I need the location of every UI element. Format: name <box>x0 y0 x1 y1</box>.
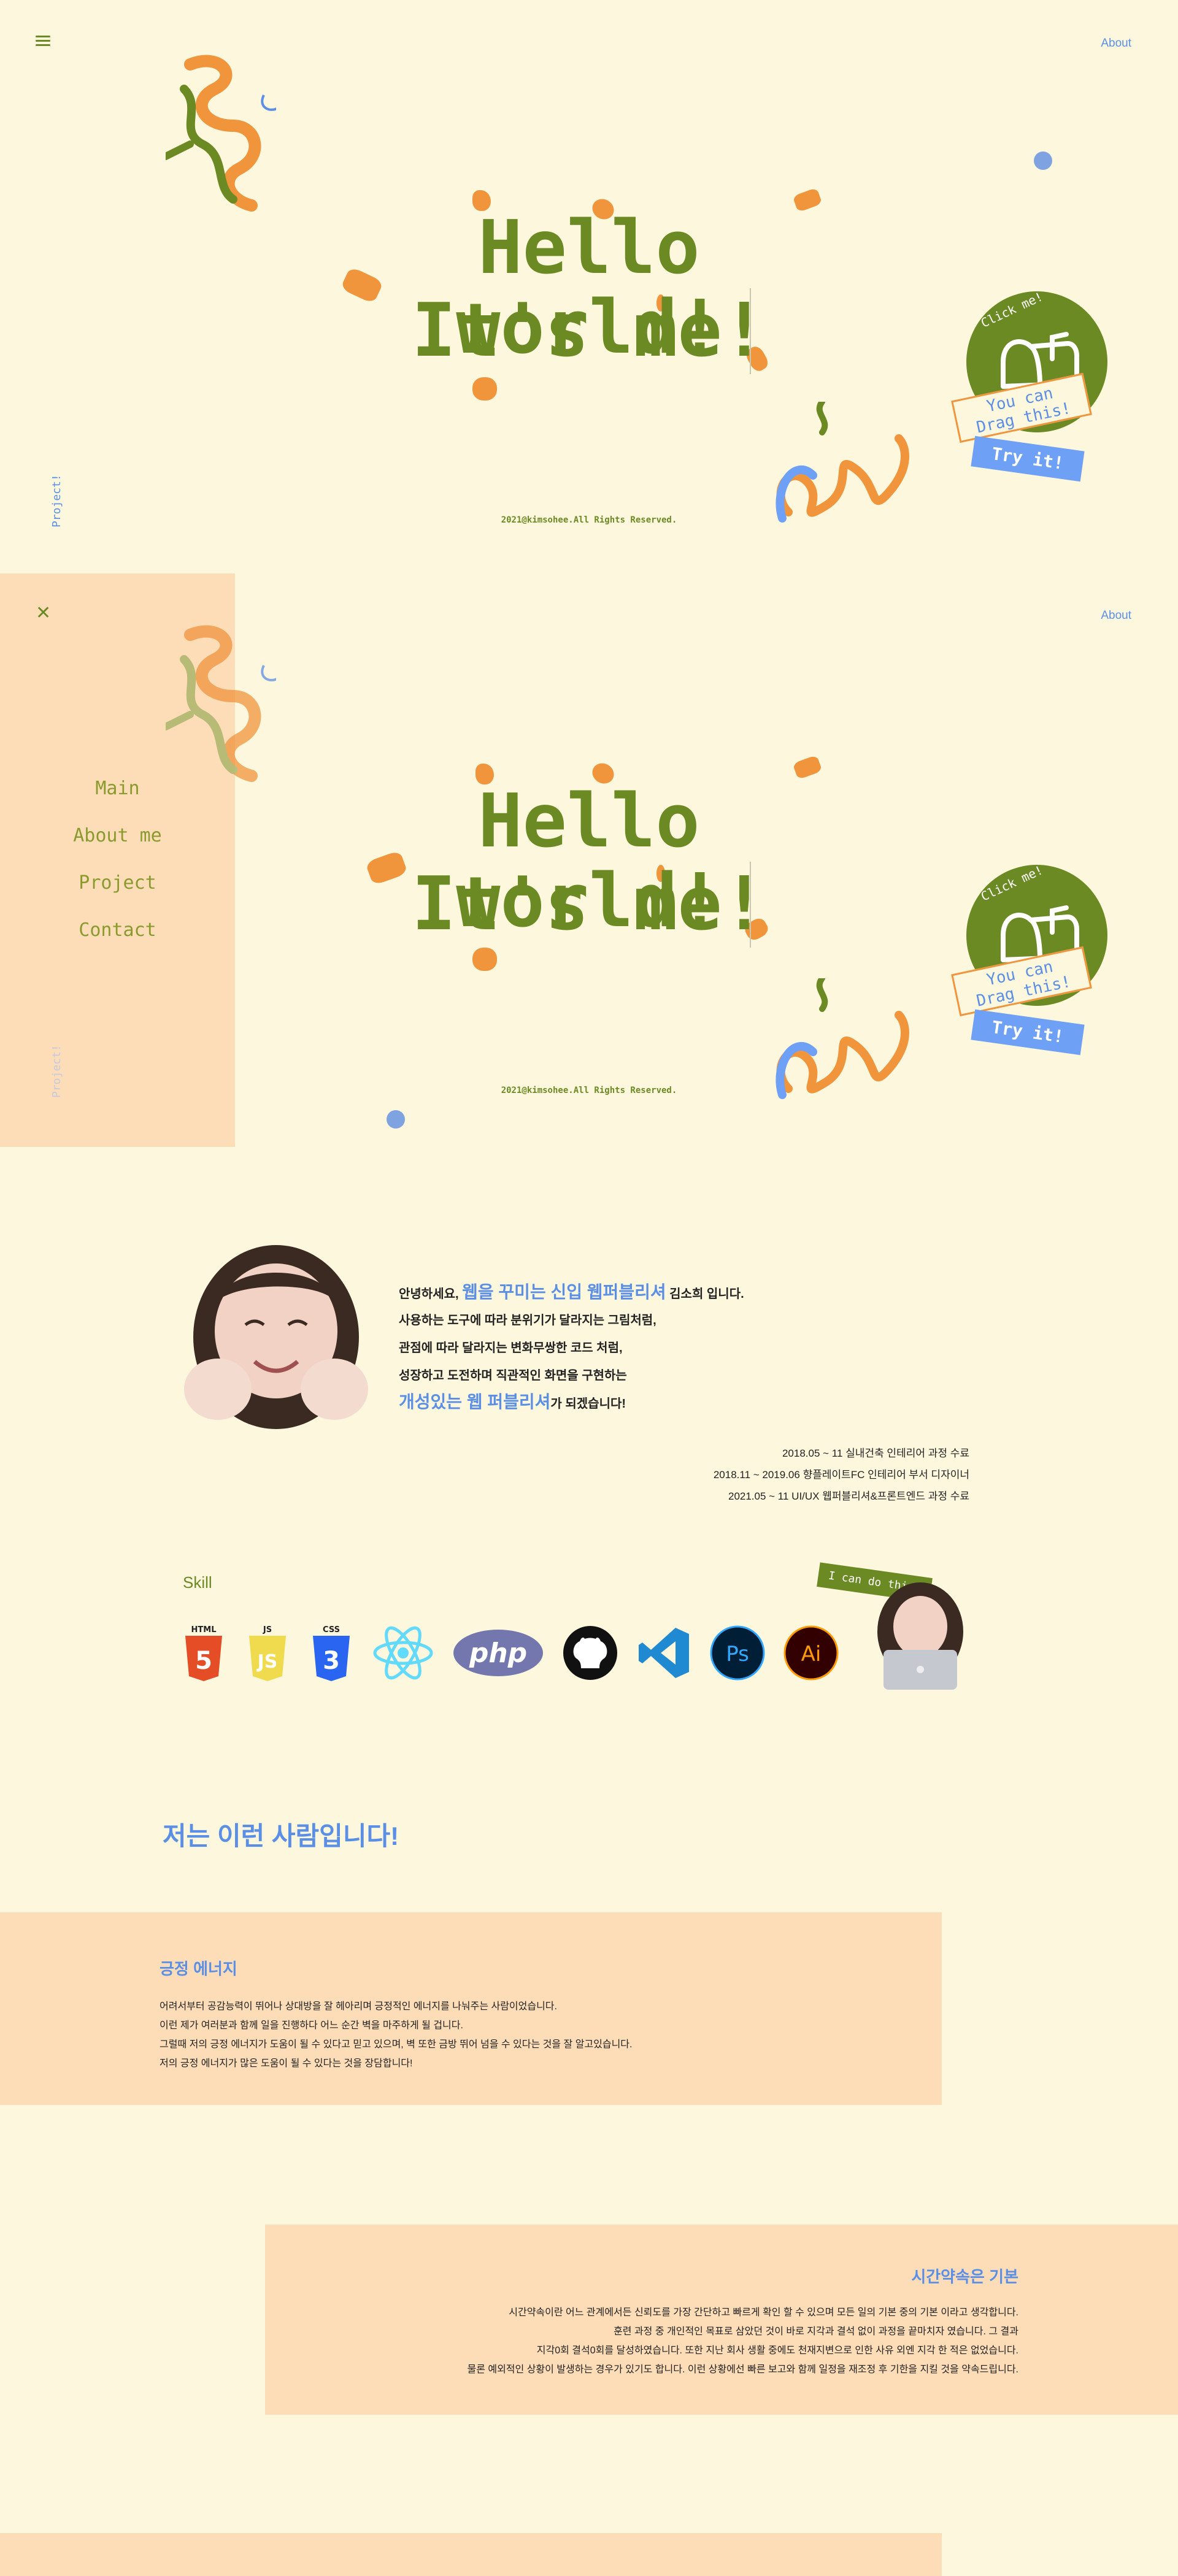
spiral-ribbon-decoration <box>776 978 909 1099</box>
hero-section: About Hello world! It's me! Click me! Yo… <box>0 0 1178 570</box>
intro-line-1-end: 김소희 입니다. <box>666 1287 744 1301</box>
blue-dot-decoration <box>1034 151 1052 170</box>
copyright: 2021@kimsohee.All Rights Reserved. <box>501 515 677 525</box>
svg-text:Ai: Ai <box>801 1642 822 1666</box>
try-it-button[interactable]: Try it! <box>971 1009 1085 1056</box>
card-line: 시간약속이란 어느 관계에서든 신뢰도를 가장 간단하고 빠르게 확인 할 수 … <box>509 2307 1018 2318</box>
history-item: 2018.05 ~ 11 실내건축 인테리어 과정 수료 <box>782 1447 969 1459</box>
drag-sticker[interactable]: Click me! You can Drag this! Try it! <box>951 279 1126 500</box>
card-text: 어려서부터 공감능력이 뛰어나 상대방을 잘 헤아리며 긍정적인 에너지를 나눠… <box>160 1997 896 2073</box>
doodle-decoration <box>792 754 823 780</box>
intro-line-3: 관점에 따라 달라지는 변화무쌍한 코드 처럼, <box>399 1341 623 1355</box>
card-line: 어려서부터 공감능력이 뛰어나 상대방을 잘 헤아리며 긍정적인 에너지를 나눠… <box>160 2001 557 2012</box>
intro-line-5-end: 가 되겠습니다! <box>550 1397 626 1411</box>
menu-item-about[interactable]: About me <box>0 825 235 846</box>
menu-item-main[interactable]: Main <box>0 778 235 799</box>
intro-line-1-text: 안녕하세요, <box>399 1287 463 1301</box>
illustrator-icon: Ai <box>783 1622 839 1684</box>
text-cursor <box>750 862 751 948</box>
intro-line-2: 사용하는 도구에 따라 분위기가 달라지는 그림처럼, <box>399 1314 656 1327</box>
intro-highlight-2: 개성있는 웹 퍼블리셔 <box>399 1392 551 1411</box>
card-line: 이런 제가 여러분과 함께 일을 진행하다 어느 순간 벽을 마주하게 될 겁니… <box>160 2020 463 2031</box>
trait-card-punctuality: 시간약속은 기본 시간약속이란 어느 관계에서든 신뢰도를 가장 간단하고 빠르… <box>265 2225 1178 2415</box>
svg-text:3: 3 <box>323 1647 340 1675</box>
history-item: 2018.11 ~ 2019.06 향플레이트FC 인테리어 부서 디자이너 <box>713 1469 969 1481</box>
drag-sticker[interactable]: Click me! You can Drag this! Try it! <box>951 853 1126 1073</box>
css-icon: CSS 3 <box>309 1622 354 1684</box>
card-line: 그럴때 저의 긍정 에너지가 도움이 될 수 있다고 믿고 있으며, 벽 또한 … <box>160 2039 633 2050</box>
card-line: 훈련 과정 중 개인적인 목표로 삼았던 것이 바로 지각과 결석 없이 과정을… <box>614 2326 1018 2337</box>
copyright: 2021@kimsohee.All Rights Reserved. <box>501 1086 677 1095</box>
photoshop-icon: Ps <box>710 1622 765 1684</box>
text-cursor <box>750 288 751 374</box>
history-item: 2021.05 ~ 11 UI/UX 웹퍼블리셔&프론트엔드 과정 수료 <box>728 1490 969 1502</box>
svg-text:JS: JS <box>256 1651 278 1673</box>
skill-icon-list: HTML 5 JS JS CSS 3 php Ps Ai <box>181 1619 839 1687</box>
click-me-label: Click me! <box>979 862 1045 904</box>
svg-text:php: php <box>469 1638 527 1669</box>
avatar-memoji <box>184 1245 368 1429</box>
project-vertical-link[interactable]: Project! <box>50 1045 63 1098</box>
svg-text:HTML: HTML <box>191 1625 217 1635</box>
intro-highlight-1: 웹을 꾸미는 신입 웹퍼블리셔 <box>462 1282 666 1301</box>
try-it-button[interactable]: Try it! <box>971 435 1085 482</box>
js-icon: JS JS <box>245 1622 290 1684</box>
trait-card-positive: 긍정 에너지 어려서부터 공감능력이 뛰어나 상대방을 잘 헤아리며 긍정적인 … <box>0 1912 942 2105</box>
card-line: 지각0회 결석0회를 달성하였습니다. 또한 지난 회사 생활 중에도 천재지변… <box>536 2345 1018 2356</box>
confetti-ribbon-decoration <box>166 55 276 212</box>
menu-item-contact[interactable]: Contact <box>0 919 235 941</box>
card-title: 시간약속은 기본 <box>911 2267 1018 2286</box>
vscode-icon <box>636 1622 691 1684</box>
project-vertical-link[interactable]: Project! <box>50 474 63 527</box>
doodle-decoration <box>472 948 497 971</box>
intro-line-1: 안녕하세요, 웹을 꾸미는 신입 웹퍼블리셔 김소희 입니다. <box>399 1279 744 1303</box>
html-icon: HTML 5 <box>181 1622 226 1684</box>
card-text: 시간약속이란 어느 관계에서든 신뢰도를 가장 간단하고 빠르게 확인 할 수 … <box>270 2303 1018 2379</box>
card-line: 물론 예외적인 상황이 발생하는 경우가 있기도 합니다. 이런 상황에선 빠른… <box>467 2364 1018 2375</box>
github-icon <box>563 1622 618 1684</box>
close-icon[interactable]: ✕ <box>36 604 51 623</box>
menu-item-project[interactable]: Project <box>0 872 235 894</box>
laptop-memoji <box>877 1582 963 1690</box>
react-icon <box>372 1622 434 1684</box>
php-icon: php <box>452 1622 544 1684</box>
people-section-title: 저는 이런 사람입니다! <box>163 1822 399 1850</box>
trait-card-next <box>0 2533 942 2576</box>
svg-text:Ps: Ps <box>726 1642 749 1666</box>
confetti-ribbon-decoration <box>166 625 276 782</box>
click-me-label: Click me! <box>979 289 1045 331</box>
nav-about-link[interactable]: About <box>1101 609 1131 623</box>
skill-title: Skill <box>183 1573 212 1592</box>
intro-line-4: 성장하고 도전하며 직관적인 화면을 구현하는 <box>399 1369 627 1382</box>
spiral-ribbon-decoration <box>776 402 909 523</box>
svg-text:5: 5 <box>195 1647 212 1675</box>
card-line: 저의 긍정 에너지가 많은 도움이 될 수 있다는 것을 장담합니다! <box>160 2058 413 2069</box>
svg-text:JS: JS <box>263 1625 272 1635</box>
card-title: 긍정 에너지 <box>160 1960 237 1978</box>
doodle-decoration <box>472 377 497 401</box>
blue-dot-decoration <box>387 1110 405 1129</box>
hamburger-menu-icon[interactable] <box>36 36 50 47</box>
svg-text:CSS: CSS <box>323 1625 340 1635</box>
hero-title-line2: It's me! <box>412 288 766 374</box>
nav-about-link[interactable]: About <box>1101 37 1131 50</box>
intro-line-5: 개성있는 웹 퍼블리셔가 되겠습니다! <box>399 1389 626 1413</box>
hero-title-line2: It's me! <box>412 862 766 947</box>
